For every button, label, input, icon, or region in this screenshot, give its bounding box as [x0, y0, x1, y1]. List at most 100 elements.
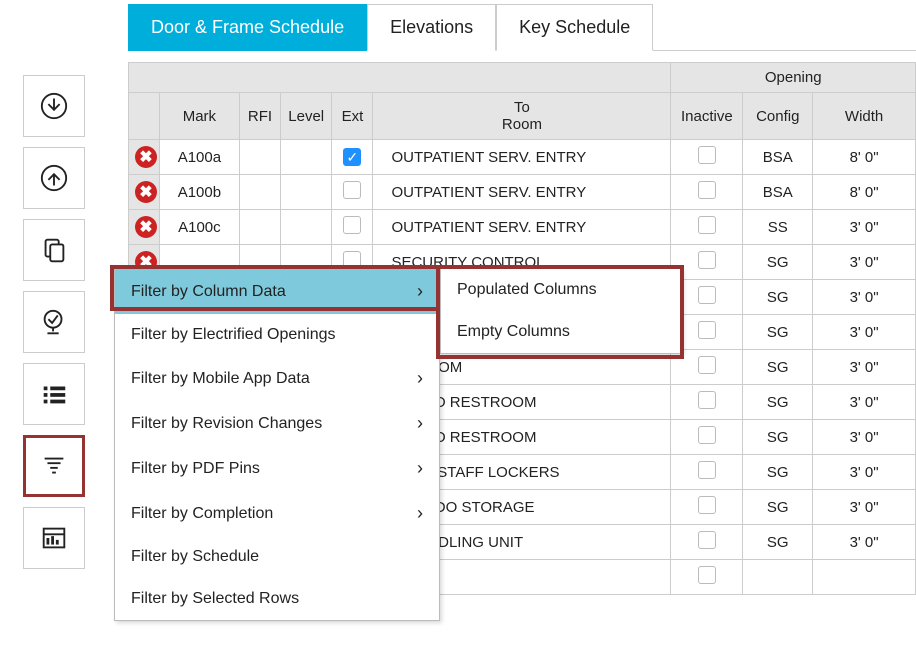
menu-item[interactable]: Filter by Schedule: [115, 536, 439, 578]
col-room[interactable]: ToRoom: [373, 93, 671, 140]
inactive-checkbox[interactable]: [698, 426, 716, 444]
cell-config[interactable]: SG: [743, 420, 813, 455]
col-rfi[interactable]: RFI: [239, 93, 280, 140]
cell-config[interactable]: SG: [743, 315, 813, 350]
cell-mark[interactable]: A100b: [159, 175, 239, 210]
col-ext[interactable]: Ext: [332, 93, 373, 140]
cell-config[interactable]: SG: [743, 350, 813, 385]
menu-item-label: Filter by Selected Rows: [131, 590, 299, 608]
cell-width[interactable]: 3' 0": [813, 350, 916, 385]
table-row[interactable]: ✖A100b OUTPATIENT SERV. ENTRY BSA8' 0": [129, 175, 916, 210]
globe-check-button[interactable]: [23, 291, 85, 353]
cell-mark[interactable]: A100c: [159, 210, 239, 245]
upload-icon: [39, 163, 69, 193]
inactive-checkbox[interactable]: [698, 321, 716, 339]
menu-item[interactable]: Filter by Revision Changes›: [115, 401, 439, 446]
cell-width[interactable]: 3' 0": [813, 245, 916, 280]
filter-context-menu: Filter by Column Data›Filter by Electrif…: [114, 268, 440, 621]
col-inactive[interactable]: Inactive: [671, 93, 743, 140]
cell-width[interactable]: 3' 0": [813, 455, 916, 490]
cell-width[interactable]: 8' 0": [813, 175, 916, 210]
cell-room[interactable]: OUTPATIENT SERV. ENTRY: [373, 175, 671, 210]
list-icon: [39, 379, 69, 409]
ext-checkbox[interactable]: [343, 251, 361, 269]
table-row[interactable]: ✖A100a ✓ OUTPATIENT SERV. ENTRY BSA8' 0": [129, 140, 916, 175]
download-button[interactable]: [23, 75, 85, 137]
submenu-item[interactable]: Populated Columns: [441, 269, 681, 311]
inactive-checkbox[interactable]: [698, 146, 716, 164]
tab-elevations[interactable]: Elevations: [367, 4, 496, 51]
menu-item-label: Filter by Completion: [131, 505, 273, 523]
menu-item-label: Filter by Column Data: [131, 283, 286, 301]
globe-check-icon: [39, 307, 69, 337]
cell-config[interactable]: SG: [743, 455, 813, 490]
inactive-checkbox[interactable]: [698, 216, 716, 234]
cell-config[interactable]: SS: [743, 210, 813, 245]
dashboard-icon: [39, 523, 69, 553]
tab-key-schedule[interactable]: Key Schedule: [496, 4, 653, 51]
cell-width[interactable]: 8' 0": [813, 140, 916, 175]
col-level[interactable]: Level: [281, 93, 332, 140]
cell-config[interactable]: [743, 560, 813, 595]
tab-bar: Door & Frame Schedule Elevations Key Sch…: [128, 3, 916, 51]
inactive-checkbox[interactable]: [698, 391, 716, 409]
inactive-checkbox[interactable]: [698, 356, 716, 374]
cell-width[interactable]: 3' 0": [813, 315, 916, 350]
cell-config[interactable]: SG: [743, 385, 813, 420]
delete-icon[interactable]: ✖: [135, 181, 157, 203]
delete-icon[interactable]: ✖: [135, 216, 157, 238]
inactive-checkbox[interactable]: [698, 251, 716, 269]
cell-width[interactable]: 3' 0": [813, 525, 916, 560]
cell-mark[interactable]: A100a: [159, 140, 239, 175]
cell-config[interactable]: SG: [743, 245, 813, 280]
cell-width[interactable]: [813, 560, 916, 595]
column-group-opening: Opening: [671, 63, 916, 93]
tab-door-frame[interactable]: Door & Frame Schedule: [128, 4, 367, 51]
cell-room[interactable]: OUTPATIENT SERV. ENTRY: [373, 140, 671, 175]
cell-config[interactable]: BSA: [743, 175, 813, 210]
chevron-right-icon: ›: [417, 458, 423, 479]
copy-button[interactable]: [23, 219, 85, 281]
menu-item[interactable]: Filter by Mobile App Data›: [115, 356, 439, 401]
cell-room[interactable]: OUTPATIENT SERV. ENTRY: [373, 210, 671, 245]
cell-config[interactable]: BSA: [743, 140, 813, 175]
cell-width[interactable]: 3' 0": [813, 420, 916, 455]
table-row[interactable]: ✖A100c OUTPATIENT SERV. ENTRY SS3' 0": [129, 210, 916, 245]
menu-item-label: Filter by Revision Changes: [131, 415, 322, 433]
inactive-checkbox[interactable]: [698, 496, 716, 514]
cell-config[interactable]: SG: [743, 525, 813, 560]
menu-item[interactable]: Filter by PDF Pins›: [115, 446, 439, 491]
ext-checkbox[interactable]: ✓: [343, 148, 361, 166]
menu-item[interactable]: Filter by Column Data›: [115, 269, 439, 314]
inactive-checkbox[interactable]: [698, 181, 716, 199]
col-width[interactable]: Width: [813, 93, 916, 140]
list-button[interactable]: [23, 363, 85, 425]
inactive-checkbox[interactable]: [698, 566, 716, 584]
inactive-checkbox[interactable]: [698, 531, 716, 549]
cell-config[interactable]: SG: [743, 490, 813, 525]
filter-button[interactable]: [23, 435, 85, 497]
chevron-right-icon: ›: [417, 503, 423, 524]
upload-button[interactable]: [23, 147, 85, 209]
cell-width[interactable]: 3' 0": [813, 210, 916, 245]
dashboard-button[interactable]: [23, 507, 85, 569]
ext-checkbox[interactable]: [343, 181, 361, 199]
chevron-right-icon: ›: [417, 368, 423, 389]
menu-item[interactable]: Filter by Selected Rows: [115, 578, 439, 620]
menu-item[interactable]: Filter by Completion ›: [115, 491, 439, 536]
filter-submenu: Populated ColumnsEmpty Columns: [440, 268, 682, 354]
cell-config[interactable]: SG: [743, 280, 813, 315]
col-config[interactable]: Config: [743, 93, 813, 140]
submenu-item[interactable]: Empty Columns: [441, 311, 681, 353]
filter-icon: [39, 451, 69, 481]
inactive-checkbox[interactable]: [698, 286, 716, 304]
cell-width[interactable]: 3' 0": [813, 490, 916, 525]
inactive-checkbox[interactable]: [698, 461, 716, 479]
cell-width[interactable]: 3' 0": [813, 385, 916, 420]
delete-icon[interactable]: ✖: [135, 146, 157, 168]
ext-checkbox[interactable]: [343, 216, 361, 234]
menu-item-label: Filter by Electrified Openings: [131, 326, 336, 344]
menu-item[interactable]: Filter by Electrified Openings: [115, 314, 439, 356]
cell-width[interactable]: 3' 0": [813, 280, 916, 315]
col-mark[interactable]: Mark: [159, 93, 239, 140]
